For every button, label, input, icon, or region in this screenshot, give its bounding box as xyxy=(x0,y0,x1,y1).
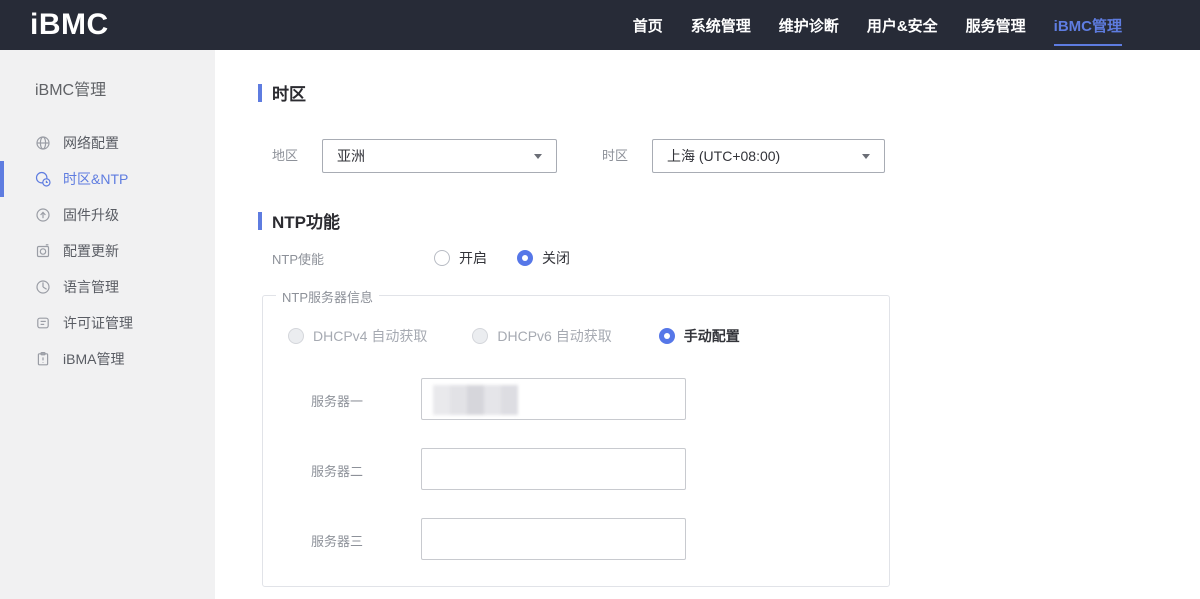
language-icon xyxy=(35,279,51,295)
timezone-label: 时区 xyxy=(602,139,628,173)
top-navbar: iBMC 首页 系统管理 维护诊断 用户&安全 服务管理 iBMC管理 xyxy=(0,0,1200,50)
dhcpv4-auto-radio[interactable]: DHCPv4 自动获取 xyxy=(288,326,427,346)
license-icon xyxy=(35,315,51,331)
radio-selected-icon xyxy=(659,328,675,344)
server1-input[interactable] xyxy=(421,378,686,420)
server1-value-redacted xyxy=(433,385,518,415)
radio-unselected-icon xyxy=(434,250,450,266)
nav-item-system[interactable]: 系统管理 xyxy=(691,0,751,50)
sidebar-item-label: iBMA管理 xyxy=(63,349,124,369)
nav-item-ibmc-active[interactable]: iBMC管理 xyxy=(1054,0,1122,50)
main-content: 时区 地区 亚洲 时区 上海 (UTC+08:00) NTP功能 NTP使能 开… xyxy=(215,50,1200,599)
sidebar-item-label: 时区&NTP xyxy=(63,169,128,189)
firmware-upgrade-icon xyxy=(35,207,51,223)
timezone-select[interactable]: 上海 (UTC+08:00) xyxy=(652,139,885,173)
sidebar-item-label: 固件升级 xyxy=(63,205,119,225)
nav-item-home[interactable]: 首页 xyxy=(633,0,663,50)
ntp-section-title: NTP功能 xyxy=(258,208,340,233)
region-select[interactable]: 亚洲 xyxy=(322,139,557,173)
app-logo: iBMC xyxy=(30,8,109,42)
server1-label: 服务器一 xyxy=(311,391,363,410)
sidebar-menu: 网络配置 时区&NTP 固件升级 xyxy=(0,125,215,377)
chevron-down-icon xyxy=(862,154,870,159)
sidebar-item-label: 网络配置 xyxy=(63,133,119,153)
sidebar-item-timezone-ntp[interactable]: 时区&NTP xyxy=(0,161,215,197)
sidebar-item-label: 语言管理 xyxy=(63,277,119,297)
sidebar-item-ibma[interactable]: iBMA管理 xyxy=(0,341,215,377)
config-update-icon xyxy=(35,243,51,259)
server3-label: 服务器三 xyxy=(311,531,363,550)
ntp-enable-label: NTP使能 xyxy=(272,249,434,268)
ntp-server-group-legend: NTP服务器信息 xyxy=(276,287,379,306)
timezone-select-value: 上海 (UTC+08:00) xyxy=(667,146,780,166)
manual-config-radio[interactable]: 手动配置 xyxy=(659,326,740,346)
dhcpv6-auto-radio[interactable]: DHCPv6 自动获取 xyxy=(472,326,611,346)
timezone-icon xyxy=(35,171,51,187)
server3-input[interactable] xyxy=(421,518,686,560)
sidebar-title: iBMC管理 xyxy=(35,76,106,100)
radio-selected-icon xyxy=(517,250,533,266)
sidebar-item-language[interactable]: 语言管理 xyxy=(0,269,215,305)
section-accent-bar xyxy=(258,212,262,230)
sidebar-item-firmware-upgrade[interactable]: 固件升级 xyxy=(0,197,215,233)
timezone-section-title: 时区 xyxy=(258,80,306,105)
top-nav-menu: 首页 系统管理 维护诊断 用户&安全 服务管理 iBMC管理 xyxy=(605,0,1122,50)
region-label: 地区 xyxy=(272,139,298,173)
ntp-server-group: NTP服务器信息 DHCPv4 自动获取 DHCPv6 自动获取 手动配置 服务… xyxy=(262,295,890,587)
server2-input[interactable] xyxy=(421,448,686,490)
region-select-value: 亚洲 xyxy=(337,146,365,166)
section-accent-bar xyxy=(258,84,262,102)
nav-item-service[interactable]: 服务管理 xyxy=(966,0,1026,50)
sidebar-item-network-config[interactable]: 网络配置 xyxy=(0,125,215,161)
sidebar: iBMC管理 网络配置 时区&NTP xyxy=(0,50,215,599)
sidebar-item-config-update[interactable]: 配置更新 xyxy=(0,233,215,269)
chevron-down-icon xyxy=(534,154,542,159)
ntp-mode-row: DHCPv4 自动获取 DHCPv6 自动获取 手动配置 xyxy=(288,326,740,346)
nav-item-maintenance[interactable]: 维护诊断 xyxy=(779,0,839,50)
server2-label: 服务器二 xyxy=(311,461,363,480)
sidebar-item-license[interactable]: 许可证管理 xyxy=(0,305,215,341)
network-icon xyxy=(35,135,51,151)
radio-disabled-icon xyxy=(472,328,488,344)
ibma-icon xyxy=(35,351,51,367)
ntp-enable-on-radio[interactable]: 开启 xyxy=(434,248,487,268)
sidebar-item-label: 配置更新 xyxy=(63,241,119,261)
ntp-enable-off-radio[interactable]: 关闭 xyxy=(517,248,570,268)
radio-disabled-icon xyxy=(288,328,304,344)
sidebar-item-label: 许可证管理 xyxy=(63,313,133,333)
nav-item-user-security[interactable]: 用户&安全 xyxy=(867,0,938,50)
ntp-enable-row: NTP使能 开启 关闭 xyxy=(272,249,570,267)
